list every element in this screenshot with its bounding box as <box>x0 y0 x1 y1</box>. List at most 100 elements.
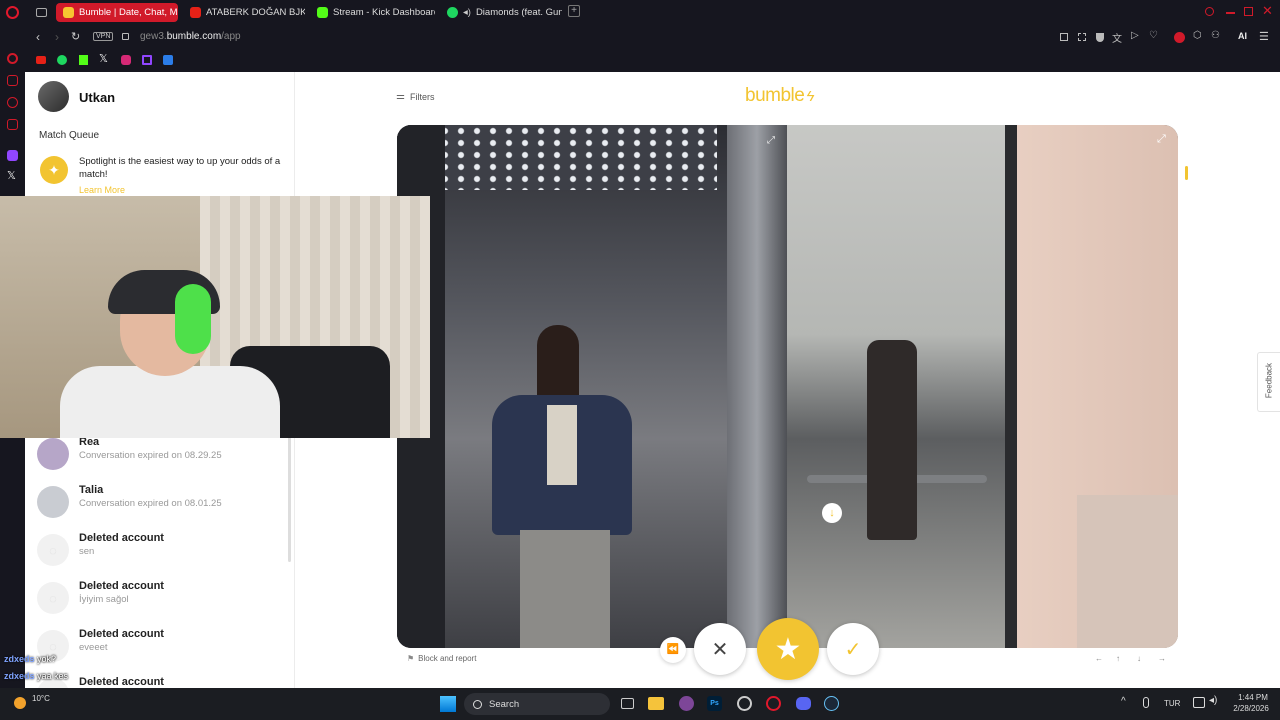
tor-browser-icon[interactable] <box>679 696 694 711</box>
network-icon[interactable] <box>1193 697 1205 708</box>
x-bookmark-icon[interactable]: 𝕏 <box>99 52 108 65</box>
adblock-icon[interactable] <box>1174 32 1185 43</box>
reload-icon[interactable]: ↻ <box>71 30 80 43</box>
language-indicator[interactable]: TUR <box>1164 699 1180 708</box>
youtube-bookmark-icon[interactable] <box>36 56 46 64</box>
bumble-favicon-icon <box>63 7 74 18</box>
feedback-label: Feedback <box>1264 362 1274 399</box>
profile-photo-card[interactable]: ⤢ ⤢ ↓ <box>397 125 1178 648</box>
backtrack-button[interactable]: ⏪ <box>660 637 686 663</box>
instagram-sidebar-icon[interactable] <box>7 119 18 130</box>
keyboard-right-hint-icon: → <box>1158 654 1166 663</box>
menu-icon[interactable]: ☰ <box>1259 30 1269 43</box>
conversation-name: Deleted account <box>79 628 164 640</box>
conversation-item[interactable]: Talia Conversation expired on 08.01.25 <box>37 484 287 524</box>
clock-date[interactable]: 2/28/2026 <box>1226 704 1276 713</box>
tab-spotify[interactable]: ◂) Diamonds (feat. Gunna <box>440 3 562 22</box>
volume-icon[interactable]: ◂) <box>1209 695 1217 706</box>
opera-logo-icon[interactable] <box>6 6 19 19</box>
tab-kick[interactable]: Stream - Kick Dashboard <box>310 3 435 22</box>
filters-button[interactable]: ⚌ Filters <box>396 91 434 102</box>
taskbar-search[interactable]: Search <box>464 693 610 715</box>
tab-islands-icon[interactable] <box>36 8 47 17</box>
discord-icon[interactable] <box>796 697 811 710</box>
aria-sidebar-icon[interactable] <box>7 53 18 64</box>
search-placeholder: Search <box>489 698 520 710</box>
messenger-sidebar-icon[interactable] <box>7 97 18 108</box>
file-explorer-icon[interactable] <box>648 697 664 710</box>
conversation-last-message: İyiyim sağol <box>79 594 129 605</box>
speaker-icon: ◂) <box>463 7 471 18</box>
spotlight-icon[interactable]: ✦ <box>40 156 68 184</box>
new-tab-button[interactable]: + <box>568 5 580 17</box>
microphone-icon[interactable] <box>1143 697 1149 708</box>
tray-chevron-icon[interactable]: ^ <box>1121 696 1126 707</box>
mail-bookmark-icon[interactable] <box>163 55 173 65</box>
superswipe-button[interactable]: ★ <box>757 618 819 680</box>
translate-icon[interactable]: 文 <box>1112 30 1122 45</box>
learn-more-link[interactable]: Learn More <box>79 185 125 195</box>
heart-icon[interactable]: ♡ <box>1149 30 1158 41</box>
reflection-person <box>867 340 917 540</box>
expand-photo-icon[interactable]: ⤢ <box>767 135 775 146</box>
share-icon[interactable]: ▷ <box>1131 30 1139 41</box>
spotlight-text: Spotlight is the easiest way to up your … <box>79 156 281 180</box>
kick-favicon-icon <box>317 7 328 18</box>
aria-ai-button[interactable]: AI <box>1238 31 1247 41</box>
opera-taskbar-icon[interactable] <box>766 696 781 711</box>
maximize-button[interactable] <box>1244 7 1253 16</box>
flag-icon: ⚑ <box>407 654 415 663</box>
conversation-last-message: sen <box>79 546 95 557</box>
task-view-icon[interactable] <box>621 698 634 709</box>
conversations-scrollbar[interactable] <box>288 432 291 562</box>
start-button[interactable] <box>440 696 456 712</box>
vpn-badge[interactable]: VPN <box>93 32 114 41</box>
profile-photo-right[interactable] <box>787 125 1178 648</box>
account-icon[interactable]: ⚇ <box>1211 30 1220 41</box>
like-button[interactable]: ✓ <box>827 623 879 675</box>
instagram-bookmark-icon[interactable] <box>121 55 131 65</box>
avatar[interactable] <box>38 81 69 112</box>
avatar <box>37 438 69 470</box>
extensions-icon[interactable]: ⬡ <box>1193 30 1202 41</box>
electrical-box <box>1077 495 1178 648</box>
back-icon[interactable]: ‹ <box>36 30 40 44</box>
logo-text: bumble <box>745 85 805 106</box>
tab-bumble[interactable]: Bumble | Date, Chat, Meet <box>56 3 178 22</box>
block-report-link[interactable]: ⚑ Block and report <box>407 654 476 663</box>
conversation-item[interactable]: ◌ Deleted account sen <box>37 532 287 572</box>
search-tabs-icon[interactable] <box>1205 7 1214 16</box>
scroll-down-icon[interactable]: ↓ <box>822 503 842 523</box>
avatar <box>37 486 69 518</box>
shield-icon[interactable] <box>1096 33 1104 42</box>
conversation-name: Deleted account <box>79 532 164 544</box>
weather-icon[interactable] <box>14 697 26 709</box>
tab-label: Stream - Kick Dashboard <box>333 7 435 18</box>
steam-icon[interactable] <box>824 696 839 711</box>
shopping-sidebar-icon[interactable] <box>7 75 18 86</box>
forward-icon[interactable]: › <box>55 30 59 44</box>
twitch-sidebar-icon[interactable] <box>7 150 18 161</box>
kick-bookmark-icon[interactable] <box>79 55 88 65</box>
expand-photo-icon-right[interactable]: ⤢ <box>1157 133 1166 146</box>
tab-label: Diamonds (feat. Gunna <box>475 7 562 18</box>
conversation-item[interactable]: ◌ Deleted account İyiyim sağol <box>37 580 287 620</box>
twitch-bookmark-icon[interactable] <box>142 55 152 65</box>
tab-youtube[interactable]: ATABERK DOĞAN BJKLI A <box>183 3 305 22</box>
deleted-avatar-icon: ◌ <box>37 534 69 566</box>
camera-icon[interactable] <box>1060 33 1068 41</box>
obs-icon[interactable] <box>737 696 752 711</box>
spotify-bookmark-icon[interactable] <box>57 55 67 65</box>
pass-button[interactable]: ✕ <box>694 623 746 675</box>
close-window-button[interactable]: ✕ <box>1262 3 1273 19</box>
conversation-item[interactable]: Rea Conversation expired on 08.29.25 <box>37 436 287 476</box>
user-name[interactable]: Utkan <box>79 90 115 105</box>
x-sidebar-icon[interactable]: 𝕏 <box>7 169 16 182</box>
url-field[interactable]: gew3.bumble.com/app <box>140 31 241 42</box>
photoshop-icon[interactable]: Ps <box>707 696 722 711</box>
clock-time[interactable]: 1:44 PM <box>1232 693 1274 702</box>
bumble-logo[interactable]: bumble ϟ <box>745 85 814 107</box>
profile-photo-left[interactable] <box>397 125 787 648</box>
snapshot-icon[interactable] <box>1078 33 1086 41</box>
minimize-button[interactable] <box>1226 12 1235 14</box>
